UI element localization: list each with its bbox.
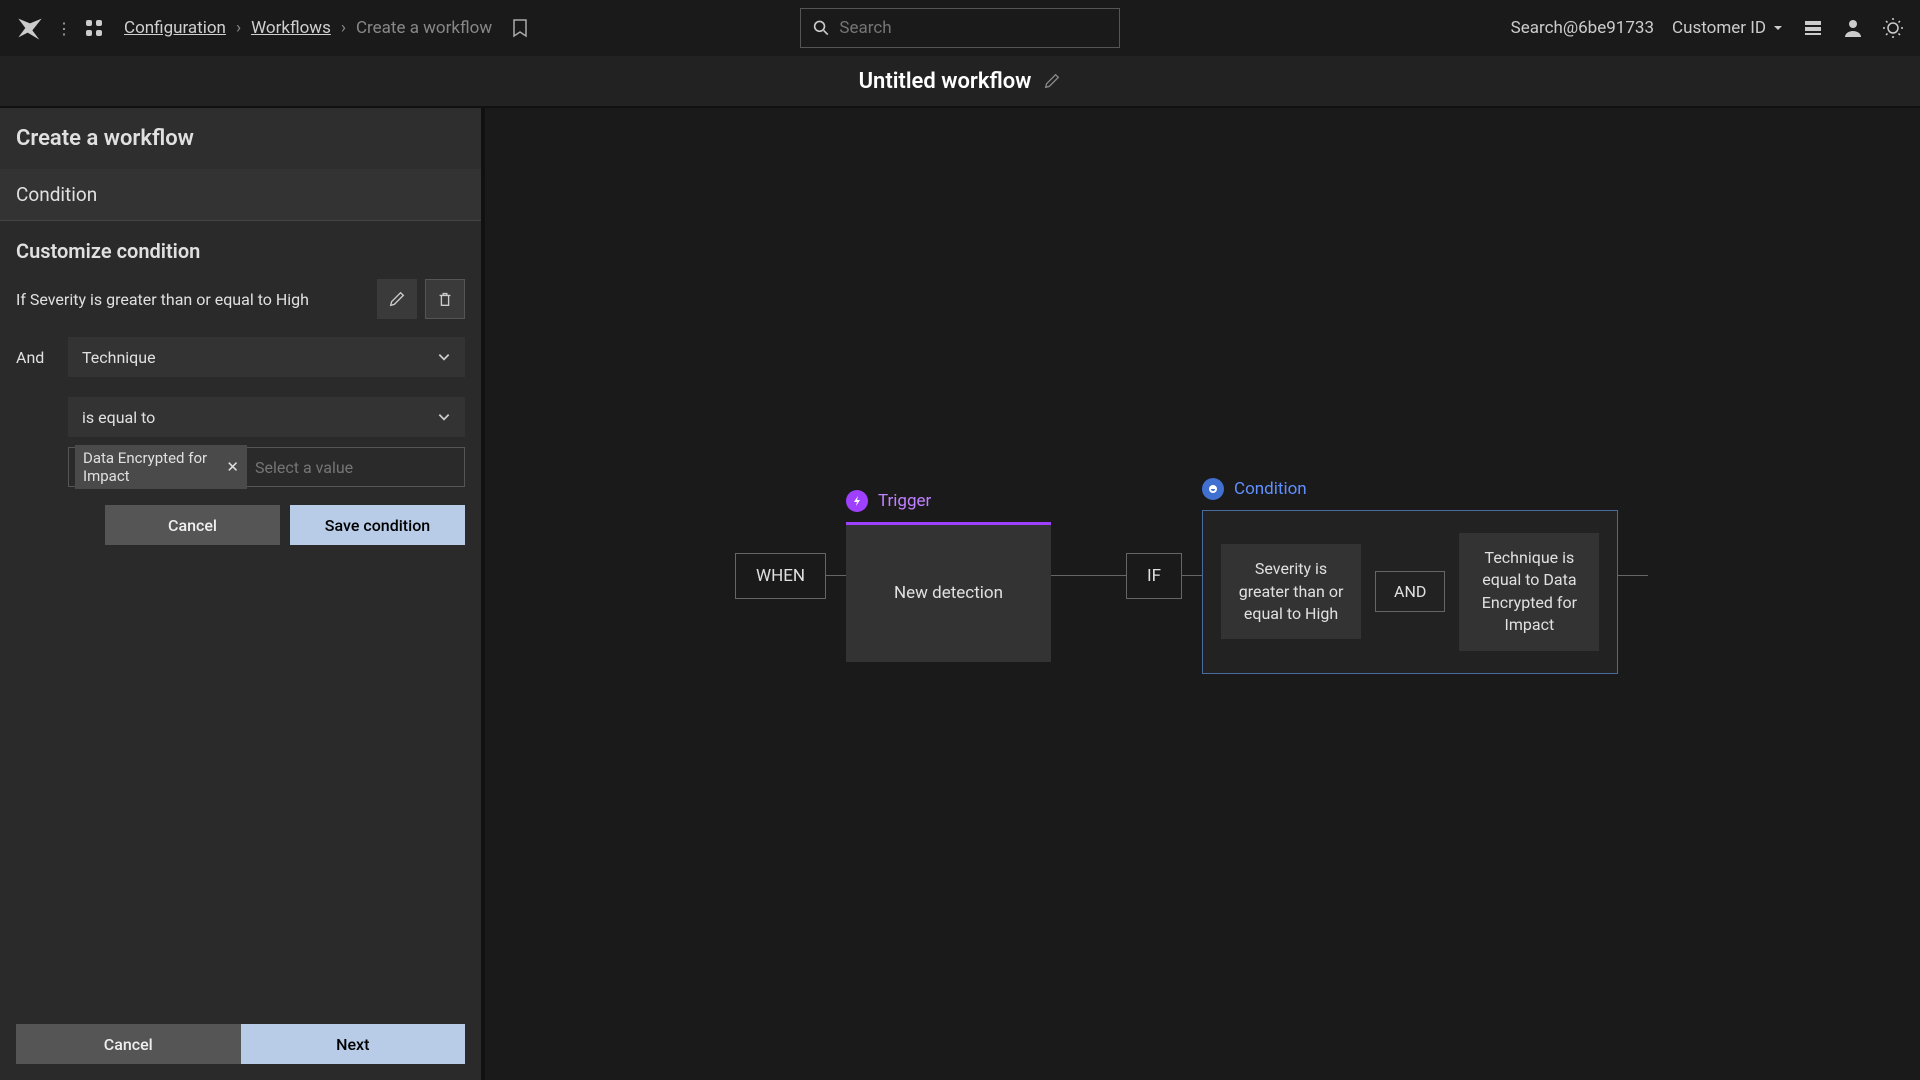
operator-value: is equal to [82,408,155,427]
customer-id-dropdown[interactable]: Customer ID [1672,18,1784,38]
value-field[interactable] [255,458,458,477]
remove-tag-icon[interactable]: ✕ [226,458,239,476]
cancel-button[interactable]: Cancel [16,1024,241,1064]
chevron-right-icon: › [341,18,346,38]
condition-icon [1202,478,1224,500]
falcon-logo-icon[interactable] [16,14,44,42]
workflow-canvas[interactable]: WHEN Trigger New detection IF [485,108,1920,1080]
edit-title-icon[interactable] [1043,72,1061,90]
search-icon [813,19,829,37]
chevron-right-icon: › [236,18,241,38]
trigger-node[interactable]: New detection [846,522,1051,662]
servers-icon[interactable] [1802,17,1824,39]
next-button[interactable]: Next [241,1024,466,1064]
customer-id-label: Customer ID [1672,18,1766,38]
value-tag: Data Encrypted for Impact ✕ [75,445,247,489]
brightness-icon[interactable] [1882,17,1904,39]
search-input[interactable] [800,8,1120,48]
operator-select[interactable]: is equal to [68,397,465,437]
edit-condition-button[interactable] [377,279,417,319]
lightning-icon [846,490,868,512]
breadcrumb-workflows[interactable]: Workflows [251,18,331,38]
search-field[interactable] [839,18,1107,38]
breadcrumb-configuration[interactable]: Configuration [124,18,226,38]
sidebar-subtitle: Customize condition [0,221,481,271]
condition-header: Condition [1202,478,1618,500]
breadcrumb-current: Create a workflow [356,18,492,38]
value-input[interactable]: Data Encrypted for Impact ✕ [68,447,465,487]
sidebar-section: Condition [0,169,481,221]
trash-icon [436,290,454,308]
when-pill: WHEN [735,553,826,599]
breadcrumb: Configuration › Workflows › Create a wor… [124,18,492,38]
and-pill: AND [1375,571,1445,612]
if-pill: IF [1126,553,1182,599]
trigger-label: Trigger [878,491,931,511]
workflow-title: Untitled workflow [859,69,1032,94]
chevron-down-icon [437,410,451,424]
condition-block-2: Technique is equal to Data Encrypted for… [1459,533,1599,651]
bookmark-icon[interactable] [512,18,528,38]
and-label: And [16,348,54,367]
condition-label: Condition [1234,479,1307,499]
pencil-icon [388,290,406,308]
cancel-condition-button[interactable]: Cancel [105,505,280,545]
condition-node[interactable]: Severity is greater than or equal to Hig… [1202,510,1618,674]
menu-dots-icon[interactable]: ⋮ [56,19,72,38]
sidebar-title: Create a workflow [0,108,481,169]
user-icon[interactable] [1842,17,1864,39]
delete-condition-button[interactable] [425,279,465,319]
apps-icon[interactable] [84,18,104,38]
field-value: Technique [82,348,156,367]
field-select[interactable]: Technique [68,337,465,377]
chevron-down-icon [1772,22,1784,34]
user-label: Search@6be91733 [1511,18,1654,38]
trigger-body: New detection [894,583,1003,603]
condition-block-1: Severity is greater than or equal to Hig… [1221,544,1361,639]
trigger-header: Trigger [846,490,1051,512]
save-condition-button[interactable]: Save condition [290,505,465,545]
tag-label: Data Encrypted for Impact [83,449,220,485]
condition-summary: If Severity is greater than or equal to … [16,290,369,309]
chevron-down-icon [437,350,451,364]
